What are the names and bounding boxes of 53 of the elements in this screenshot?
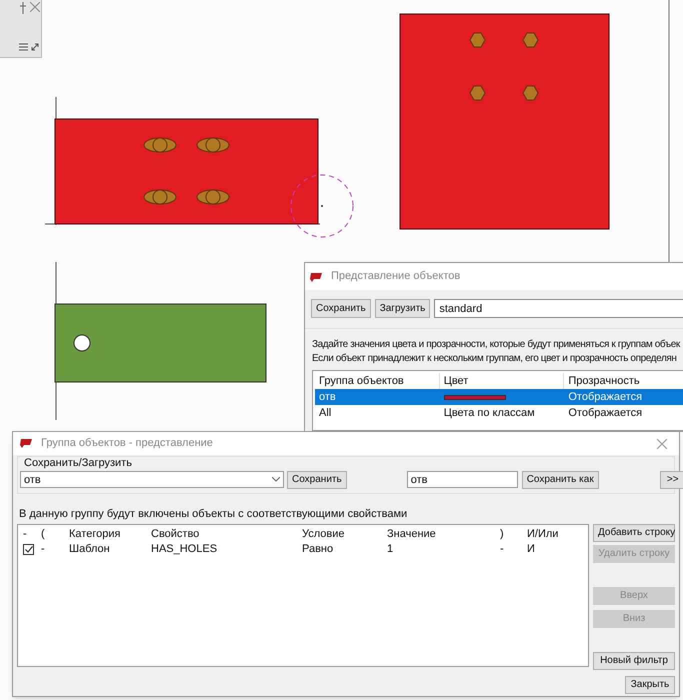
save-button[interactable]: Сохранить (311, 299, 371, 318)
expand-button[interactable]: >> (660, 470, 683, 489)
save-button[interactable]: Сохранить (287, 470, 347, 489)
column-header: Значение (387, 528, 436, 540)
table-cell: All (319, 406, 332, 419)
close-icon[interactable] (30, 2, 40, 12)
column-header: Группа объектов (319, 374, 404, 389)
app-logo-icon (309, 272, 323, 282)
save-as-button[interactable]: Сохранить как (522, 470, 599, 489)
name-field[interactable]: отв (406, 471, 518, 488)
checkbox[interactable] (23, 544, 34, 554)
resize-icon[interactable] (31, 43, 39, 51)
description-text: Задайте значения цвета и прозрачности, которые будут применяться к группам объек (312, 338, 682, 352)
column-header: ) (500, 528, 504, 540)
column-header: Цвет (444, 374, 468, 389)
table-row[interactable]: отв Отображается (315, 389, 683, 405)
side-button[interactable]: Добавить строку (593, 524, 675, 542)
pin-icon[interactable] (19, 2, 27, 14)
column-header: - (23, 528, 27, 540)
table-cell: - (500, 542, 504, 555)
table-cell: - (41, 542, 45, 555)
load-button[interactable]: Загрузить (374, 299, 430, 318)
table-cell: HAS_HOLES (151, 542, 218, 555)
preset-field[interactable]: standard (434, 299, 683, 318)
caret-icon (272, 477, 280, 482)
table-cell: Равно (302, 542, 334, 555)
description-text: Если объект принадлежит к нескольким группам, его цвет и прозрачность определян (312, 352, 678, 366)
table-cell: И (527, 542, 535, 555)
table-cell: Цвета по классам (444, 406, 535, 419)
side-button[interactable]: Новый фильтр (593, 652, 675, 670)
table-cell: Шаблон (69, 542, 110, 555)
table-row[interactable]: All Цвета по классам Отображается (315, 405, 683, 421)
table-cell: отв (319, 390, 336, 403)
app-logo-icon (19, 438, 33, 448)
group-dropdown[interactable]: отв (20, 471, 284, 488)
table-cell: 1 (387, 542, 394, 555)
group-label: Сохранить/Загрузить (24, 456, 132, 469)
table-cell: Отображается (568, 390, 642, 403)
table-cell: Отображается (568, 406, 642, 419)
close-button[interactable]: Закрыть (625, 676, 675, 694)
column-header: ( (41, 528, 45, 540)
close-icon[interactable] (657, 439, 667, 449)
list-icon[interactable] (19, 43, 28, 51)
dashed-circle-drawing (290, 174, 354, 238)
column-header: Условие (302, 528, 345, 540)
window-title: Группа объектов - представление (41, 436, 213, 452)
window-title: Представление объектов (331, 269, 460, 284)
column-header: И/Или (527, 528, 558, 540)
check-icon (24, 546, 32, 552)
column-header: Свойство (151, 528, 200, 540)
column-header: Прозрачность (568, 374, 640, 389)
description-text: В данную группу будут включены объекты с соответствующими свойствами (18, 507, 408, 521)
column-header: Категория (69, 528, 120, 540)
